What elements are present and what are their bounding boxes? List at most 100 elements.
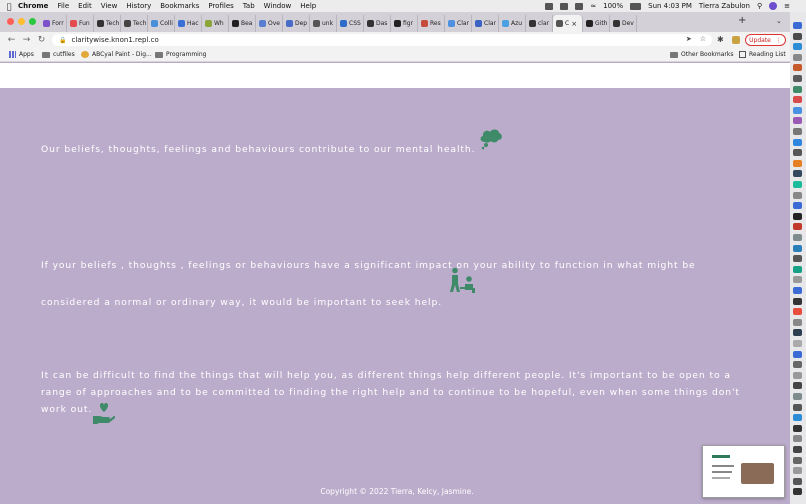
dock-app-icon[interactable] [793,403,802,411]
dock-app-icon[interactable] [793,43,802,51]
dock-app-icon[interactable] [793,75,802,82]
clock[interactable]: Sun 4:03 PM [648,2,692,10]
browser-tab[interactable]: Hac [175,15,202,32]
dock-app-icon[interactable] [793,202,802,210]
dock-app-icon[interactable] [793,117,802,125]
location-icon[interactable] [545,2,554,10]
minimize-window-button[interactable] [18,18,25,25]
dock-app-icon[interactable] [793,477,802,485]
url-text[interactable]: claritywise.knon1.repl.co [71,36,158,44]
dock-app-icon[interactable] [793,393,802,400]
dock-app-icon[interactable] [793,191,802,199]
dock-app-icon[interactable] [793,96,802,104]
menu-bookmarks[interactable]: Bookmarks [160,2,199,10]
browser-tab[interactable]: Azu [499,15,526,32]
dock-app-icon[interactable] [793,106,802,114]
dock-app-icon[interactable] [793,350,802,358]
menu-view[interactable]: View [101,2,118,10]
browser-tab[interactable]: Forr [40,15,67,32]
dock-app-icon[interactable] [793,138,802,146]
send-icon[interactable]: ➤ [686,35,692,43]
browser-tab[interactable]: Clar [445,15,472,32]
browser-tab[interactable]: unk [310,15,337,32]
dock-app-icon[interactable] [793,64,802,72]
dock-app-icon[interactable] [793,265,802,273]
dock-app-icon[interactable] [793,234,802,241]
user-name[interactable]: Tierra Zabulon [699,2,750,10]
browser-tab[interactable]: Tech [121,15,148,32]
browser-tab[interactable]: Gith [583,15,610,32]
dock-app-icon[interactable] [793,435,802,443]
dock-app-icon[interactable] [793,361,802,369]
browser-tab[interactable]: Res [418,15,445,32]
extensions-puzzle-icon[interactable]: ✱ [717,35,724,44]
bookmark-cutfiles[interactable]: cutfiles [42,51,75,58]
dock-app-icon[interactable] [793,212,802,220]
browser-tab[interactable]: figr [391,15,418,32]
back-arrow-icon[interactable]: ← [4,35,19,45]
browser-tab[interactable]: Das [364,15,391,32]
screen-record-icon[interactable] [560,2,569,10]
browser-tab[interactable]: Dev [610,15,637,32]
lock-icon[interactable]: 🔒 [59,37,66,44]
dock-app-icon[interactable] [793,340,802,347]
dock-app-icon[interactable] [793,287,802,294]
dock-app-icon[interactable] [793,53,802,61]
dock-app-icon[interactable] [793,297,802,305]
control-center-icon[interactable]: ≡ [784,2,790,10]
bookmark-star-icon[interactable]: ☆ [700,35,706,43]
dock-app-icon[interactable] [793,128,802,135]
battery-icon[interactable] [630,2,642,10]
menu-tab[interactable]: Tab [243,2,255,10]
menu-edit[interactable]: Edit [78,2,92,10]
dock-app-icon[interactable] [793,149,802,157]
browser-tab[interactable]: Colli [148,15,175,32]
forward-arrow-icon[interactable]: → [19,35,34,45]
address-bar[interactable]: 🔒 claritywise.knon1.repl.co ➤ ☆ [52,34,712,46]
close-tab-icon[interactable]: × [571,20,577,28]
dock-app-icon[interactable] [793,276,802,284]
dock-app-icon[interactable] [793,371,802,379]
tab-search-chevron-icon[interactable]: ⌄ [776,17,782,25]
reload-icon[interactable]: ↻ [34,35,49,45]
browser-tab[interactable]: Wh [202,15,229,32]
browser-tab[interactable]: clar [526,15,553,32]
dock-app-icon[interactable] [793,159,802,167]
dock-app-icon[interactable] [793,382,802,390]
dock-app-icon[interactable] [793,308,802,316]
browser-tab[interactable]: Tech [94,15,121,32]
browser-tab[interactable]: CSS [337,15,364,32]
bookmark-apps[interactable]: Apps [9,51,34,58]
menu-window[interactable]: Window [264,2,292,10]
tab-active[interactable]: C × [553,15,583,32]
dock-app-icon[interactable] [793,488,802,496]
dock-app-icon[interactable] [793,318,802,326]
bookmark-other[interactable]: Other Bookmarks [670,51,733,58]
menu-help[interactable]: Help [300,2,316,10]
dock-app-icon[interactable] [793,181,802,188]
dock-app-icon[interactable] [793,255,802,263]
menu-file[interactable]: File [57,2,69,10]
dock-app-icon[interactable] [793,467,802,475]
dock-app-icon[interactable] [793,446,802,453]
browser-tab[interactable]: Bea [229,15,256,32]
dock-app-icon[interactable] [793,329,802,337]
zoom-window-button[interactable] [29,18,36,25]
apple-icon[interactable]:  [0,2,18,11]
picture-in-picture-thumbnail[interactable] [702,445,785,498]
menu-history[interactable]: History [126,2,151,10]
new-tab-button[interactable]: + [738,15,746,26]
browser-tab[interactable]: Ove [256,15,283,32]
dock-app-icon[interactable] [793,85,802,93]
profile-avatar-icon[interactable] [732,36,740,44]
browser-tab[interactable]: Clar [472,15,499,32]
control-icon[interactable] [575,2,584,10]
dock-app-icon[interactable] [793,424,802,432]
menu-profiles[interactable]: Profiles [208,2,233,10]
dock-app-icon[interactable] [793,22,802,29]
dock-app-icon[interactable] [793,456,802,464]
menu-app-name[interactable]: Chrome [18,2,48,10]
dock-app-icon[interactable] [793,223,802,231]
browser-tab[interactable]: Dep [283,15,310,32]
bookmark-programming[interactable]: Programming [155,51,206,58]
